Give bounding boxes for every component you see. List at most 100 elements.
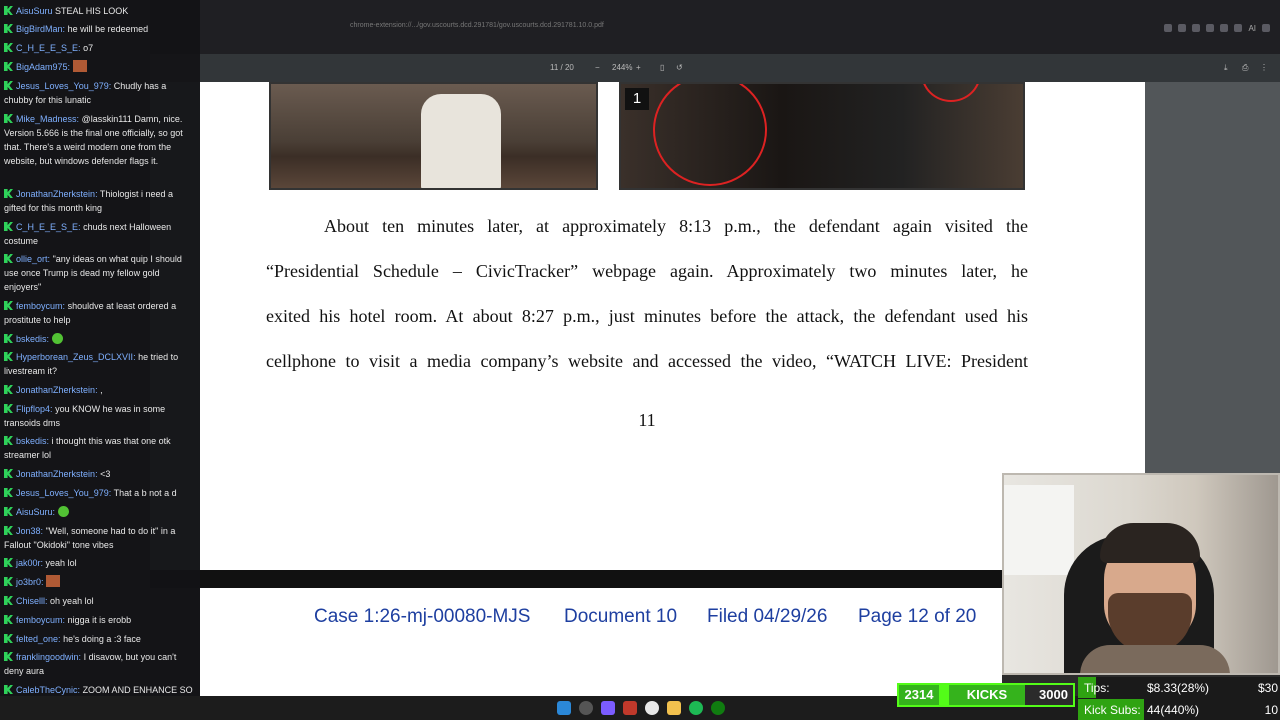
chat-message: C_H_E_E_S_E: o7 [4, 41, 196, 55]
kick-badge-icon [4, 81, 13, 90]
kick-badge-icon [4, 301, 13, 310]
url-field[interactable]: chrome-extension://.../gov.uscourts.dcd.… [350, 22, 604, 29]
chat-username[interactable]: Hyperborean_Zeus_DCLXVII [16, 352, 133, 362]
kick-badge-icon [4, 596, 13, 605]
kick-badge-icon [4, 615, 13, 624]
chat-username[interactable]: bskedis [16, 334, 47, 344]
chat-username[interactable]: Jesus_Loves_You_979 [16, 81, 109, 91]
xbox-icon[interactable] [711, 701, 725, 715]
chat-username[interactable]: AisuSuru [16, 6, 53, 16]
chat-username[interactable]: ollie_ort [16, 254, 48, 264]
plastic-bag-image [421, 94, 501, 188]
kick-badge-icon [4, 507, 13, 516]
chat-text: STEAL HIS LOOK [55, 6, 129, 16]
chat-message: Jon38: "Well, someone had to do it" in a… [4, 526, 176, 550]
chat-username[interactable]: bskedis [16, 436, 47, 446]
chat-username[interactable]: jo3br0 [16, 577, 41, 587]
chat-panel: AisuSuru STEAL HIS LOOK BigBirdMan: he w… [0, 0, 200, 696]
chat-message: felted_one: he's doing a :3 face [4, 632, 196, 646]
kick-badge-icon [4, 24, 13, 33]
kick-badge-icon [4, 6, 13, 15]
zoom-out-icon[interactable]: − [595, 63, 600, 72]
chat-username[interactable]: Chiselll [16, 596, 45, 606]
chat-message: JonathanZherkstein: Thiologist i need a … [4, 189, 173, 213]
chat-username[interactable]: CalebTheCynic [16, 685, 78, 695]
search-icon[interactable] [579, 701, 593, 715]
chat-username[interactable]: C_H_E_E_S_E [16, 222, 78, 232]
chat-message: Chiselll: oh yeah lol [4, 594, 196, 608]
chat-username[interactable]: JonathanZherkstein [16, 469, 95, 479]
chrome-icon[interactable] [645, 701, 659, 715]
kick-badge-icon [4, 436, 13, 445]
print-icon[interactable]: ⎙ [1242, 63, 1248, 73]
kick-badge-icon [4, 62, 13, 71]
browser-address-bar: chrome-extension://.../gov.uscourts.dcd.… [150, 0, 1280, 38]
subs-value: 44(440%) [1147, 703, 1200, 717]
chat-username[interactable]: Jon38 [16, 526, 41, 536]
chat-username[interactable]: felted_one [16, 634, 58, 644]
page-indicator[interactable]: 11 / 20 [550, 63, 574, 72]
zoom-level[interactable]: 244% [612, 63, 632, 72]
menu-icon[interactable] [1262, 24, 1270, 32]
chat-message: Mike_Madness: @lasskin111 Damn, nice. Ve… [4, 114, 183, 166]
chat-username[interactable]: C_H_E_E_S_E [16, 43, 78, 53]
tips-value: $8.33(28%) [1147, 681, 1210, 695]
chat-username[interactable]: BigAdam975 [16, 62, 68, 72]
next-page-header: Case 1:26-mj-00080-MJS Document 10 Filed… [200, 588, 1002, 696]
paragraph-line: cellphone to visit a media company’s web… [266, 351, 1028, 371]
pdf-toolbar: 11 / 20 − 244% + ▯ ↺ ⤓ ⎙ ⋮ [150, 54, 1280, 82]
streamer-body [1080, 645, 1230, 673]
chat-username[interactable]: femboycum [16, 615, 63, 625]
discord-icon[interactable] [601, 701, 615, 715]
download-icon[interactable]: ⤓ [1224, 63, 1228, 73]
chat-text: oh yeah lol [50, 596, 94, 606]
chat-message: bskedis: i thought this was that one otk… [4, 436, 171, 460]
share-icon[interactable] [1206, 24, 1215, 32]
emote-icon [57, 506, 69, 517]
emote-icon [72, 60, 87, 72]
chat-username[interactable]: BigBirdMan [16, 24, 63, 34]
windows-start-icon[interactable] [557, 701, 571, 715]
tips-row: Tips: $8.33(28%) $30 [1078, 677, 1280, 698]
zoom-in-icon[interactable]: + [636, 63, 641, 72]
chat-username[interactable]: AisuSuru [16, 507, 53, 517]
ai-extension-icon[interactable]: AI [1248, 24, 1256, 33]
folder-icon[interactable] [667, 701, 681, 715]
chat-username[interactable]: franklingoodwin [16, 652, 79, 662]
chat-username[interactable]: Flipflop4 [16, 404, 50, 414]
chat-username[interactable]: JonathanZherkstein [16, 189, 95, 199]
extension-icon[interactable] [1234, 24, 1243, 32]
emote-icon [46, 575, 61, 587]
subs-label: Kick Subs: [1084, 703, 1141, 717]
fit-page-icon[interactable]: ▯ [660, 63, 664, 72]
paragraph-line: About ten minutes later, at approximatel… [324, 216, 1028, 236]
chat-text: , [100, 385, 103, 395]
subs-goal: 10 [1264, 703, 1278, 717]
chat-username[interactable]: jak00r [16, 558, 41, 568]
kick-badge-icon [4, 385, 13, 394]
page-number: 11 [638, 410, 656, 430]
chat-username[interactable]: Mike_Madness [16, 114, 77, 124]
chat-username[interactable]: femboycum [16, 301, 63, 311]
red-circle-annotation [653, 84, 767, 186]
rotate-icon[interactable]: ↺ [676, 63, 683, 72]
chat-message: AisuSuru: [4, 505, 196, 519]
shield-icon[interactable] [1220, 24, 1229, 32]
case-number: Case 1:26-mj-00080-MJS [314, 606, 531, 627]
chat-message: BigBirdMan: he will be redeemed [4, 22, 196, 36]
more-options-icon[interactable]: ⋮ [1260, 63, 1268, 72]
page-of-total: Page 12 of 20 [858, 606, 977, 627]
subs-row: Kick Subs: 44(440%) 10 [1078, 699, 1280, 720]
search-icon[interactable] [1164, 24, 1173, 32]
spotify-icon[interactable] [689, 701, 703, 715]
chat-message: BigAdam975: [4, 60, 196, 74]
chat-message: Flipflop4: you KNOW he was in some trans… [4, 404, 166, 428]
app-icon[interactable] [623, 701, 637, 715]
chat-text: <3 [100, 469, 111, 479]
bookmark-icon[interactable] [1192, 24, 1201, 32]
chat-username[interactable]: JonathanZherkstein [16, 385, 95, 395]
photo-number-badge: 1 [625, 88, 649, 110]
window-background [1004, 485, 1074, 575]
zoom-icon[interactable] [1178, 24, 1187, 32]
chat-username[interactable]: Jesus_Loves_You_979 [16, 488, 109, 498]
